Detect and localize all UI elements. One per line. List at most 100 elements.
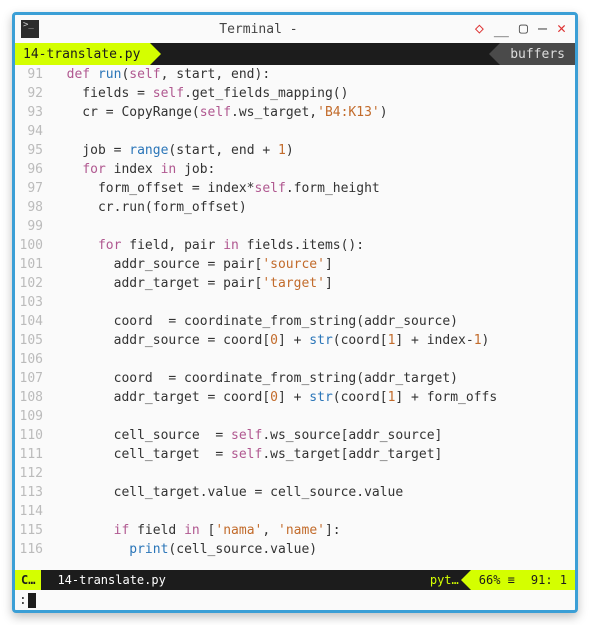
code-text: for index in job:: [51, 160, 575, 179]
status-filetype: pyt…: [422, 570, 471, 590]
code-line[interactable]: 105 addr_source = coord[0] + str(coord[1…: [15, 331, 575, 350]
code-editor[interactable]: 91 def run(self, start, end):92 fields =…: [15, 65, 575, 570]
code-text: [51, 350, 575, 369]
code-line[interactable]: 103: [15, 293, 575, 312]
line-number: 95: [15, 141, 51, 160]
code-text: [51, 407, 575, 426]
window-dash-icon[interactable]: –: [535, 19, 550, 40]
statusbar: C… 14-translate.py pyt… 66% ≡ 91: 1: [15, 570, 575, 590]
code-text: coord = coordinate_from_string(addr_targ…: [51, 369, 575, 388]
line-number: 105: [15, 331, 51, 350]
code-line[interactable]: 92 fields = self.get_fields_mapping(): [15, 84, 575, 103]
line-number: 111: [15, 445, 51, 464]
line-number: 91: [15, 65, 51, 84]
tab-label: 14-translate.py: [23, 47, 140, 62]
code-text: [51, 502, 575, 521]
code-text: for field, pair in fields.items():: [51, 236, 575, 255]
code-line[interactable]: 99: [15, 217, 575, 236]
code-line[interactable]: 93 cr = CopyRange(self.ws_target,'B4:K13…: [15, 103, 575, 122]
code-line[interactable]: 98 cr.run(form_offset): [15, 198, 575, 217]
code-line[interactable]: 116 print(cell_source.value): [15, 540, 575, 559]
code-text: fields = self.get_fields_mapping(): [51, 84, 575, 103]
code-line[interactable]: 102 addr_target = pair['target']: [15, 274, 575, 293]
tab-active[interactable]: 14-translate.py: [15, 43, 150, 65]
code-line[interactable]: 95 job = range(start, end + 1): [15, 141, 575, 160]
code-line[interactable]: 96 for index in job:: [15, 160, 575, 179]
code-text: form_offset = index*self.form_height: [51, 179, 575, 198]
line-number: 116: [15, 540, 51, 559]
code-text: addr_source = coord[0] + str(coord[1] + …: [51, 331, 575, 350]
line-number: 94: [15, 122, 51, 141]
window-controls: ◇ ＿ ▢ – ✕: [472, 19, 569, 40]
line-number: 96: [15, 160, 51, 179]
code-line[interactable]: 107 coord = coordinate_from_string(addr_…: [15, 369, 575, 388]
pin-icon[interactable]: ◇: [472, 19, 487, 40]
cmd-prompt: :: [19, 593, 27, 608]
tab-buffers[interactable]: buffers: [500, 43, 575, 65]
line-number: 109: [15, 407, 51, 426]
window-title: Terminal -: [45, 22, 472, 37]
code-line[interactable]: 110 cell_source = self.ws_source[addr_so…: [15, 426, 575, 445]
line-number: 100: [15, 236, 51, 255]
terminal-window: Terminal - ◇ ＿ ▢ – ✕ 14-translate.py buf…: [12, 12, 578, 613]
code-text: [51, 464, 575, 483]
code-line[interactable]: 113 cell_target.value = cell_source.valu…: [15, 483, 575, 502]
code-text: print(cell_source.value): [51, 540, 575, 559]
code-text: [51, 293, 575, 312]
line-number: 93: [15, 103, 51, 122]
line-number: 112: [15, 464, 51, 483]
line-number: 114: [15, 502, 51, 521]
code-line[interactable]: 100 for field, pair in fields.items():: [15, 236, 575, 255]
tab-buffers-label: buffers: [510, 47, 565, 62]
code-text: coord = coordinate_from_string(addr_sour…: [51, 312, 575, 331]
line-number: 99: [15, 217, 51, 236]
code-line[interactable]: 104 coord = coordinate_from_string(addr_…: [15, 312, 575, 331]
code-line[interactable]: 97 form_offset = index*self.form_height: [15, 179, 575, 198]
code-line[interactable]: 94: [15, 122, 575, 141]
code-line[interactable]: 114: [15, 502, 575, 521]
line-number: 92: [15, 84, 51, 103]
line-number: 102: [15, 274, 51, 293]
line-number: 110: [15, 426, 51, 445]
line-number: 98: [15, 198, 51, 217]
line-number: 115: [15, 521, 51, 540]
buffer-tabbar: 14-translate.py buffers: [15, 43, 575, 65]
status-file: 14-translate.py: [41, 570, 421, 590]
code-text: addr_target = coord[0] + str(coord[1] + …: [51, 388, 575, 407]
close-icon[interactable]: ✕: [554, 19, 569, 40]
line-number: 101: [15, 255, 51, 274]
titlebar[interactable]: Terminal - ◇ ＿ ▢ – ✕: [15, 15, 575, 43]
line-number: 97: [15, 179, 51, 198]
status-mode: C…: [15, 570, 41, 590]
line-number: 104: [15, 312, 51, 331]
line-number: 106: [15, 350, 51, 369]
line-number: 103: [15, 293, 51, 312]
code-text: cr = CopyRange(self.ws_target,'B4:K13'): [51, 103, 575, 122]
code-line[interactable]: 109: [15, 407, 575, 426]
code-text: cell_target = self.ws_target[addr_target…: [51, 445, 575, 464]
code-line[interactable]: 108 addr_target = coord[0] + str(coord[1…: [15, 388, 575, 407]
code-text: [51, 217, 575, 236]
code-text: addr_source = pair['source']: [51, 255, 575, 274]
code-line[interactable]: 115 if field in ['nama', 'name']:: [15, 521, 575, 540]
code-text: job = range(start, end + 1): [51, 141, 575, 160]
cursor-icon: [28, 593, 36, 608]
status-percent: 66% ≡: [471, 570, 523, 590]
code-text: cr.run(form_offset): [51, 198, 575, 217]
status-ruler: 91: 1: [523, 570, 575, 590]
code-line[interactable]: 112: [15, 464, 575, 483]
code-line[interactable]: 101 addr_source = pair['source']: [15, 255, 575, 274]
line-number: 108: [15, 388, 51, 407]
code-text: addr_target = pair['target']: [51, 274, 575, 293]
line-number: 113: [15, 483, 51, 502]
code-text: cell_target.value = cell_source.value: [51, 483, 575, 502]
terminal-app-icon: [21, 20, 39, 38]
code-text: cell_source = self.ws_source[addr_source…: [51, 426, 575, 445]
maximize-icon[interactable]: ▢: [516, 19, 531, 40]
code-line[interactable]: 106: [15, 350, 575, 369]
code-text: [51, 122, 575, 141]
code-line[interactable]: 91 def run(self, start, end):: [15, 65, 575, 84]
command-line[interactable]: :: [15, 590, 575, 610]
minimize-icon[interactable]: ＿: [491, 19, 512, 40]
code-line[interactable]: 111 cell_target = self.ws_target[addr_ta…: [15, 445, 575, 464]
